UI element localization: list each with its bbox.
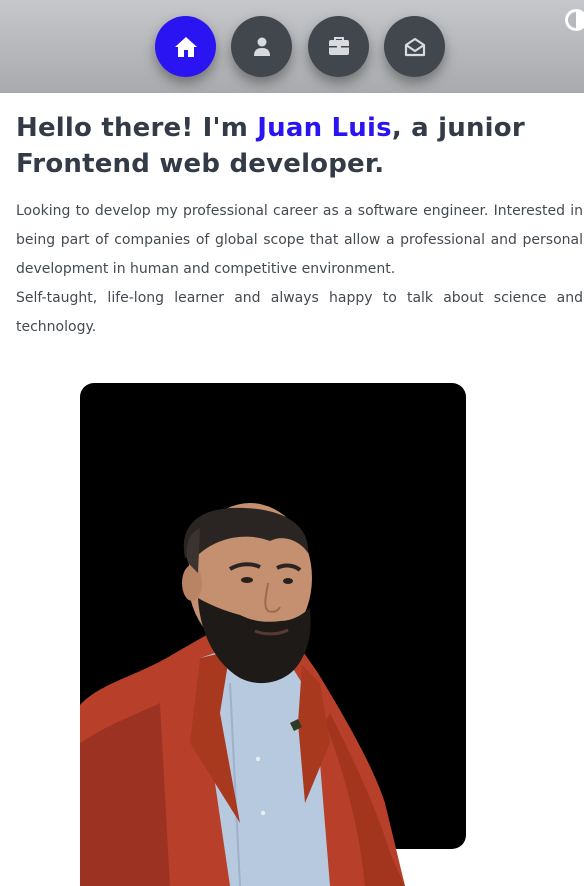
profile-photo bbox=[80, 503, 405, 886]
home-icon bbox=[174, 36, 197, 57]
bio-paragraph-interests: Self-taught, life-long learner and alway… bbox=[16, 290, 583, 335]
top-navigation-bar bbox=[0, 0, 584, 93]
page: Hello there! I'm Juan Luis, a junior Fro… bbox=[0, 0, 584, 886]
nav-portfolio-button[interactable] bbox=[308, 16, 369, 77]
developer-name: Juan Luis bbox=[257, 113, 392, 143]
nav-home-button[interactable] bbox=[155, 16, 216, 77]
hero-heading: Hello there! I'm Juan Luis, a junior Fro… bbox=[16, 110, 582, 182]
greeting-prefix: Hello there! I'm bbox=[16, 113, 258, 143]
envelope-open-icon bbox=[404, 37, 425, 56]
bio-paragraph-career: Looking to develop my professional caree… bbox=[16, 203, 583, 277]
nav-about-button[interactable] bbox=[231, 16, 292, 77]
user-icon bbox=[253, 37, 270, 56]
briefcase-icon bbox=[328, 37, 349, 55]
theme-toggle-button[interactable] bbox=[565, 9, 584, 31]
nav-contact-button[interactable] bbox=[384, 16, 445, 77]
bio-section: Looking to develop my professional caree… bbox=[16, 197, 583, 342]
